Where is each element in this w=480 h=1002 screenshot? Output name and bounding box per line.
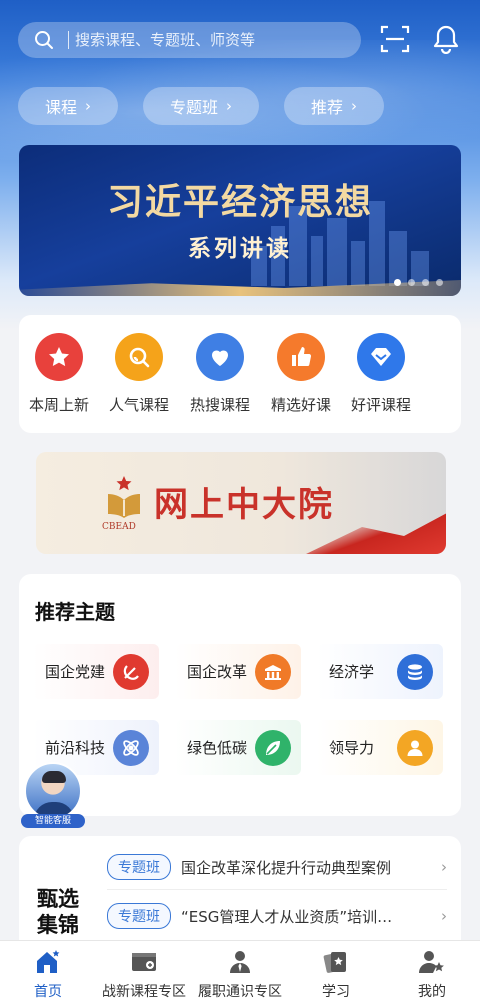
- pill-courses[interactable]: 课程 ›: [18, 87, 118, 125]
- chevron-right-icon: ›: [441, 858, 447, 876]
- search-bar[interactable]: 搜索课程、专题班、师资等: [18, 22, 361, 58]
- smart-assistant-button[interactable]: 智能客服: [21, 762, 85, 828]
- video-plus-icon: [96, 949, 192, 975]
- promo-title: 网上中大院: [154, 485, 334, 525]
- topic-label: 绿色低碳: [187, 739, 248, 757]
- featured-title: “ESG管理人才从业资质”培训…: [181, 907, 393, 926]
- user-star-icon: [384, 949, 480, 975]
- topic-label: 国企改革: [187, 663, 248, 681]
- star-icon: [35, 333, 83, 381]
- search-placeholder[interactable]: 搜索课程、专题班、师资等: [68, 31, 255, 49]
- pill-label: 专题班: [169, 98, 218, 117]
- topic-card[interactable]: 国企党建: [33, 644, 159, 699]
- divider: [107, 889, 447, 890]
- topic-label: 领导力: [329, 739, 375, 757]
- chevron-right-icon: ›: [441, 907, 447, 925]
- party-emblem-icon: [113, 654, 149, 690]
- carousel-dots[interactable]: [394, 279, 443, 286]
- diamond-icon: [357, 333, 405, 381]
- topic-label: 国企党建: [45, 663, 106, 681]
- quick-link-label: 人气课程: [108, 396, 169, 414]
- featured-collection-panel: 甄选集锦 专题班 国企改革深化提升行动典型案例 › 专题班 “ESG管理人才从业…: [19, 836, 461, 956]
- scan-icon[interactable]: [380, 24, 410, 54]
- pill-label: 推荐: [310, 98, 343, 117]
- banner-subtitle: 系列讲读: [188, 235, 292, 262]
- assistant-label: 智能客服: [21, 814, 85, 828]
- cards-star-icon: [288, 949, 384, 975]
- topic-card[interactable]: 领导力: [317, 720, 443, 775]
- hero-banner[interactable]: 习近平经济思想 系列讲读: [19, 145, 461, 296]
- coins-stack-icon: [397, 654, 433, 690]
- tab-mine[interactable]: 我的: [384, 949, 480, 1001]
- featured-row[interactable]: 专题班 国企改革深化提升行动典型案例 ›: [107, 852, 447, 882]
- tab-label: 我的: [418, 984, 446, 1000]
- quick-link-label: 好评课程: [350, 396, 411, 414]
- pill-special-class[interactable]: 专题班 ›: [143, 87, 259, 125]
- carousel-dot[interactable]: [422, 279, 429, 286]
- quick-links-panel: 本周上新 人气课程 热搜课程 精选好课 好评课程: [19, 315, 461, 433]
- carousel-dot[interactable]: [394, 279, 401, 286]
- tab-label: 首页: [34, 984, 62, 1000]
- quick-link-top-rated[interactable]: 好评课程: [341, 333, 421, 415]
- promo-logo-text: CBEAD: [102, 522, 136, 532]
- quick-link-hot-search[interactable]: 热搜课程: [180, 333, 260, 415]
- building-icon: [255, 654, 291, 690]
- leaf-icon: [255, 730, 291, 766]
- topic-card[interactable]: 经济学: [317, 644, 443, 699]
- special-class-badge: 专题班: [107, 854, 171, 880]
- featured-row[interactable]: 专题班 “ESG管理人才从业资质”培训… ›: [107, 901, 447, 931]
- tab-duty-knowledge[interactable]: 履职通识专区: [192, 949, 288, 1001]
- search-icon: [34, 29, 56, 51]
- section-title: 甄选集锦: [37, 887, 79, 937]
- topic-card[interactable]: 国企改革: [175, 644, 301, 699]
- banner-title: 习近平经济思想: [106, 181, 373, 223]
- recommended-topics-panel: 推荐主题 国企党建 国企改革 经济学 前沿科技 绿色低碳 领导力: [19, 574, 461, 816]
- heart-icon: [196, 333, 244, 381]
- tab-home[interactable]: 首页: [0, 949, 96, 1001]
- chevron-right-icon: ›: [85, 97, 91, 115]
- bottom-tab-bar: 首页 战新课程专区 履职通识专区 学习 我的: [0, 940, 480, 1002]
- carousel-dot[interactable]: [408, 279, 415, 286]
- atom-icon: [113, 730, 149, 766]
- quick-link-label: 热搜课程: [189, 396, 250, 414]
- topic-card[interactable]: 绿色低碳: [175, 720, 301, 775]
- search-magnifier-icon: [115, 333, 163, 381]
- bell-icon[interactable]: [432, 24, 460, 55]
- chevron-right-icon: ›: [351, 97, 357, 115]
- promo-banner[interactable]: CBEAD 网上中大院: [36, 452, 446, 554]
- tab-label: 履职通识专区: [198, 984, 282, 1000]
- person-icon: [397, 730, 433, 766]
- quick-link-new-this-week[interactable]: 本周上新: [19, 333, 99, 415]
- person-tie-icon: [192, 949, 288, 975]
- pill-label: 课程: [44, 98, 77, 117]
- tab-label: 学习: [322, 984, 350, 1000]
- thumbs-up-icon: [277, 333, 325, 381]
- quick-link-popular[interactable]: 人气课程: [99, 333, 179, 415]
- carousel-dot[interactable]: [436, 279, 443, 286]
- cbead-logo: [108, 476, 140, 518]
- quick-link-selected[interactable]: 精选好课: [261, 333, 341, 415]
- topic-label: 前沿科技: [45, 739, 106, 757]
- assistant-avatar: [24, 762, 82, 820]
- featured-title: 国企改革深化提升行动典型案例: [181, 858, 392, 877]
- quick-link-label: 精选好课: [270, 396, 331, 414]
- quick-link-label: 本周上新: [28, 396, 89, 414]
- section-title: 推荐主题: [35, 600, 115, 624]
- home-icon: [0, 949, 96, 975]
- tab-label: 战新课程专区: [102, 984, 186, 1000]
- special-class-badge: 专题班: [107, 903, 171, 929]
- tab-study[interactable]: 学习: [288, 949, 384, 1001]
- chevron-right-icon: ›: [226, 97, 232, 115]
- topic-label: 经济学: [329, 663, 375, 681]
- tab-strategic-courses[interactable]: 战新课程专区: [96, 949, 192, 1001]
- pill-recommend[interactable]: 推荐 ›: [284, 87, 384, 125]
